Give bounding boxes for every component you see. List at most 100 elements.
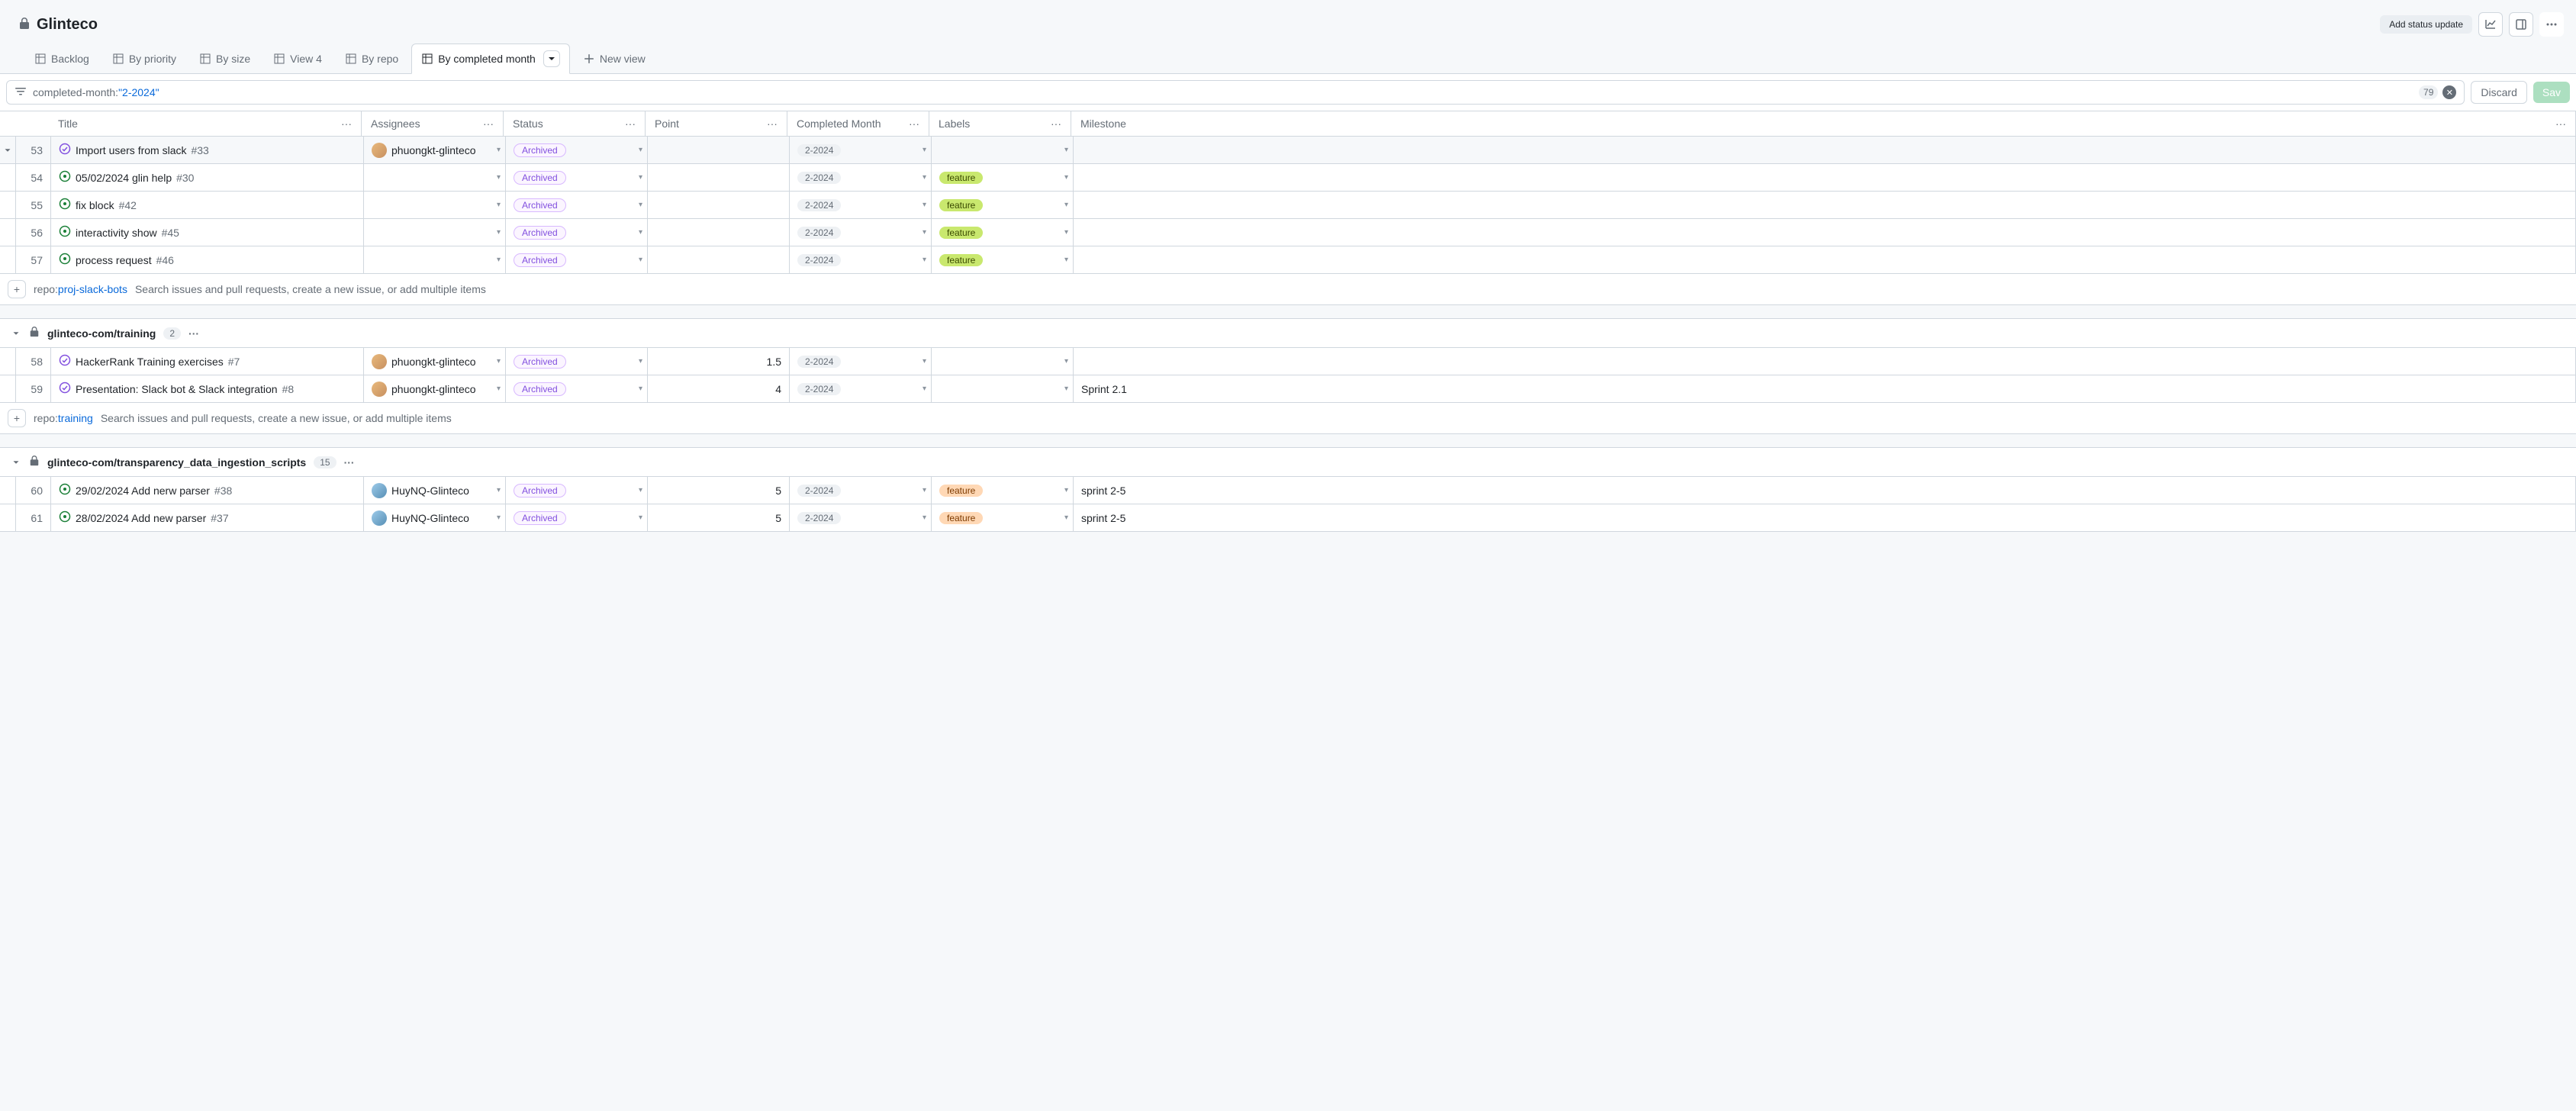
assignees-cell[interactable]: HuyNQ-Glinteco▾ bbox=[364, 477, 506, 504]
cell-dropdown-button[interactable]: ▾ bbox=[639, 201, 642, 209]
tab-by-repo[interactable]: By repo bbox=[335, 46, 408, 72]
column-menu-icon[interactable]: ··· bbox=[909, 118, 919, 130]
cell-dropdown-button[interactable]: ▾ bbox=[497, 228, 501, 237]
cell-dropdown-button[interactable]: ▾ bbox=[497, 173, 501, 182]
assignees-cell[interactable]: ▾ bbox=[364, 219, 506, 246]
cell-dropdown-button[interactable]: ▾ bbox=[639, 228, 642, 237]
cell-dropdown-button[interactable]: ▾ bbox=[1064, 201, 1068, 209]
column-menu-icon[interactable]: ··· bbox=[341, 118, 352, 130]
issue-title[interactable]: fix block bbox=[76, 199, 114, 211]
add-item-button[interactable]: + bbox=[8, 280, 26, 298]
labels-cell[interactable]: ▾ bbox=[932, 375, 1074, 402]
assignees-cell[interactable]: HuyNQ-Glinteco▾ bbox=[364, 504, 506, 531]
table-row[interactable]: 58 HackerRank Training exercises #7 phuo… bbox=[0, 348, 2576, 375]
labels-cell[interactable]: feature▾ bbox=[932, 504, 1074, 531]
tab-backlog[interactable]: Backlog bbox=[24, 46, 99, 72]
month-cell[interactable]: 2-2024▾ bbox=[790, 504, 932, 531]
column-menu-icon[interactable]: ··· bbox=[2555, 118, 2566, 130]
month-cell[interactable]: 2-2024▾ bbox=[790, 137, 932, 163]
month-cell[interactable]: 2-2024▾ bbox=[790, 164, 932, 191]
status-cell[interactable]: Archived▾ bbox=[506, 164, 648, 191]
cell-dropdown-button[interactable]: ▾ bbox=[1064, 385, 1068, 393]
repo-link[interactable]: training bbox=[58, 412, 93, 424]
column-menu-icon[interactable]: ··· bbox=[1051, 118, 1061, 130]
table-row[interactable]: 54 05/02/2024 glin help #30 ▾ Archived▾ … bbox=[0, 164, 2576, 192]
group-menu-button[interactable]: ··· bbox=[344, 456, 355, 469]
milestone-cell[interactable] bbox=[1074, 137, 2576, 163]
cell-dropdown-button[interactable]: ▾ bbox=[1064, 486, 1068, 494]
status-cell[interactable]: Archived▾ bbox=[506, 477, 648, 504]
labels-cell[interactable]: feature▾ bbox=[932, 219, 1074, 246]
issue-title[interactable]: 29/02/2024 Add nerw parser bbox=[76, 485, 210, 497]
add-item-row[interactable]: + repo:proj-slack-bots Search issues and… bbox=[0, 274, 2576, 305]
point-cell[interactable] bbox=[648, 246, 790, 273]
cell-dropdown-button[interactable]: ▾ bbox=[497, 201, 501, 209]
cell-dropdown-button[interactable]: ▾ bbox=[497, 385, 501, 393]
milestone-cell[interactable] bbox=[1074, 192, 2576, 218]
cell-dropdown-button[interactable]: ▾ bbox=[1064, 357, 1068, 366]
issue-title[interactable]: Presentation: Slack bot & Slack integrat… bbox=[76, 383, 278, 395]
cell-dropdown-button[interactable]: ▾ bbox=[639, 385, 642, 393]
clear-filter-button[interactable]: ✕ bbox=[2442, 85, 2456, 99]
tab-view-4[interactable]: View 4 bbox=[263, 46, 332, 72]
cell-dropdown-button[interactable]: ▾ bbox=[639, 486, 642, 494]
cell-dropdown-button[interactable]: ▾ bbox=[639, 357, 642, 366]
labels-cell[interactable]: feature▾ bbox=[932, 477, 1074, 504]
cell-dropdown-button[interactable]: ▾ bbox=[923, 256, 926, 264]
point-cell[interactable] bbox=[648, 219, 790, 246]
assignees-cell[interactable]: ▾ bbox=[364, 164, 506, 191]
tab-options-button[interactable] bbox=[543, 50, 560, 67]
status-cell[interactable]: Archived▾ bbox=[506, 219, 648, 246]
assignees-cell[interactable]: ▾ bbox=[364, 192, 506, 218]
month-cell[interactable]: 2-2024▾ bbox=[790, 246, 932, 273]
assignees-cell[interactable]: phuongkt-glinteco▾ bbox=[364, 137, 506, 163]
issue-title[interactable]: HackerRank Training exercises bbox=[76, 356, 224, 368]
assignees-cell[interactable]: ▾ bbox=[364, 246, 506, 273]
cell-dropdown-button[interactable]: ▾ bbox=[497, 486, 501, 494]
cell-dropdown-button[interactable]: ▾ bbox=[1064, 173, 1068, 182]
cell-dropdown-button[interactable]: ▾ bbox=[923, 201, 926, 209]
status-cell[interactable]: Archived▾ bbox=[506, 375, 648, 402]
month-cell[interactable]: 2-2024▾ bbox=[790, 375, 932, 402]
milestone-cell[interactable] bbox=[1074, 164, 2576, 191]
milestone-cell[interactable] bbox=[1074, 348, 2576, 375]
group-collapse-button[interactable] bbox=[11, 457, 21, 468]
issue-title[interactable]: Import users from slack bbox=[76, 144, 186, 156]
column-completed-month[interactable]: Completed Month··· bbox=[787, 111, 929, 136]
column-menu-icon[interactable]: ··· bbox=[483, 118, 494, 130]
labels-cell[interactable]: feature▾ bbox=[932, 164, 1074, 191]
new-view-button[interactable]: New view bbox=[573, 46, 655, 72]
table-row[interactable]: 60 29/02/2024 Add nerw parser #38 HuyNQ-… bbox=[0, 477, 2576, 504]
group-header[interactable]: glinteco-com/transparency_data_ingestion… bbox=[0, 448, 2576, 477]
month-cell[interactable]: 2-2024▾ bbox=[790, 477, 932, 504]
labels-cell[interactable]: feature▾ bbox=[932, 192, 1074, 218]
add-item-button[interactable]: + bbox=[8, 409, 26, 427]
issue-title[interactable]: 05/02/2024 glin help bbox=[76, 172, 172, 184]
cell-dropdown-button[interactable]: ▾ bbox=[639, 173, 642, 182]
cell-dropdown-button[interactable]: ▾ bbox=[1064, 514, 1068, 522]
cell-dropdown-button[interactable]: ▾ bbox=[923, 385, 926, 393]
assignees-cell[interactable]: phuongkt-glinteco▾ bbox=[364, 348, 506, 375]
add-item-row[interactable]: + repo:training Search issues and pull r… bbox=[0, 403, 2576, 434]
status-cell[interactable]: Archived▾ bbox=[506, 504, 648, 531]
table-row[interactable]: 53 Import users from slack #33 phuongkt-… bbox=[0, 137, 2576, 164]
save-button[interactable]: Sav bbox=[2533, 82, 2570, 103]
group-header[interactable]: glinteco-com/training 2 ··· bbox=[0, 319, 2576, 348]
insights-button[interactable] bbox=[2478, 12, 2503, 37]
cell-dropdown-button[interactable]: ▾ bbox=[923, 173, 926, 182]
column-point[interactable]: Point··· bbox=[646, 111, 787, 136]
month-cell[interactable]: 2-2024▾ bbox=[790, 348, 932, 375]
labels-cell[interactable]: ▾ bbox=[932, 137, 1074, 163]
cell-dropdown-button[interactable]: ▾ bbox=[639, 146, 642, 154]
issue-title[interactable]: 28/02/2024 Add new parser bbox=[76, 512, 206, 524]
milestone-cell[interactable]: Sprint 2.1 bbox=[1074, 375, 2576, 402]
column-title[interactable]: Title··· bbox=[49, 111, 362, 136]
discard-button[interactable]: Discard bbox=[2471, 81, 2526, 104]
cell-dropdown-button[interactable]: ▾ bbox=[639, 514, 642, 522]
point-cell[interactable] bbox=[648, 192, 790, 218]
status-cell[interactable]: Archived▾ bbox=[506, 192, 648, 218]
cell-dropdown-button[interactable]: ▾ bbox=[923, 228, 926, 237]
cell-dropdown-button[interactable]: ▾ bbox=[497, 146, 501, 154]
assignees-cell[interactable]: phuongkt-glinteco▾ bbox=[364, 375, 506, 402]
column-labels[interactable]: Labels··· bbox=[929, 111, 1071, 136]
